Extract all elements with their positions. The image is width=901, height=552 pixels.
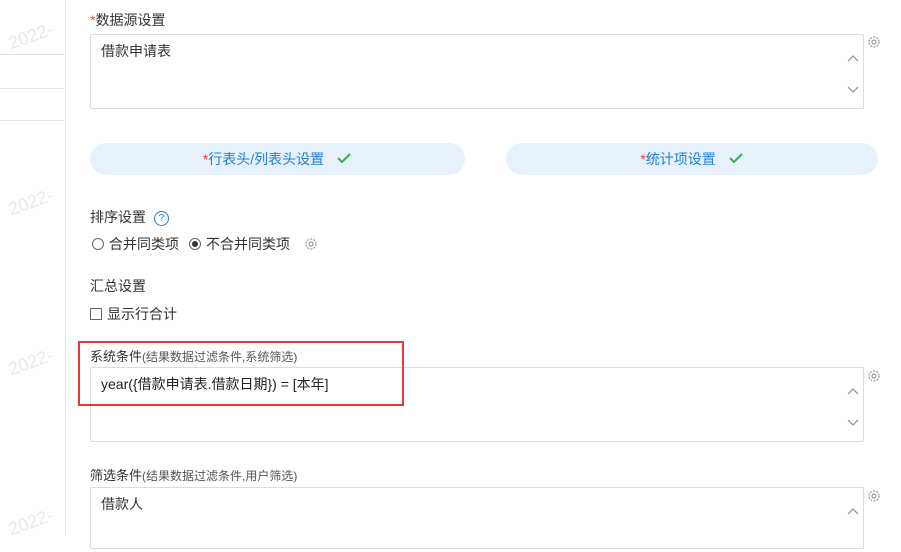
left-panel: 2022- 2022- 2022- 2022- xyxy=(0,0,66,536)
radio-no-merge-label[interactable]: 不合并同类项 xyxy=(206,234,290,254)
rowcol-header-settings-button[interactable]: * 行表头/列表头设置 xyxy=(90,143,465,175)
watermark: 2022- xyxy=(5,504,56,536)
left-divider xyxy=(0,120,64,121)
scroll-arrows-icon[interactable] xyxy=(845,49,861,99)
sort-settings-label-text: 排序设置 xyxy=(90,209,146,225)
help-icon-glyph: ? xyxy=(158,213,165,224)
gear-icon[interactable] xyxy=(304,237,318,251)
gear-icon[interactable] xyxy=(867,489,881,503)
filter-condition-label-text: 筛选条件 xyxy=(90,468,143,483)
radio-no-merge[interactable] xyxy=(189,238,201,250)
filter-condition-label: 筛选条件(结果数据过滤条件,用户筛选) xyxy=(90,465,297,484)
rowcol-header-settings-label: 行表头/列表头设置 xyxy=(208,151,325,167)
filter-condition-hint: (结果数据过滤条件,用户筛选) xyxy=(142,469,298,483)
left-divider xyxy=(0,88,64,89)
datasource-label: *数据源设置 xyxy=(90,10,165,30)
datasource-label-text: 数据源设置 xyxy=(95,12,166,28)
datasource-textarea[interactable]: 借款申请表 xyxy=(90,34,864,109)
gear-icon[interactable] xyxy=(867,35,881,49)
watermark: 2022- xyxy=(5,344,56,380)
sort-settings-label: 排序设置 ? xyxy=(90,207,169,227)
filter-condition-value: 借款人 xyxy=(101,496,143,512)
show-row-total-label[interactable]: 显示行合计 xyxy=(107,304,177,324)
summary-settings-label: 汇总设置 xyxy=(90,278,146,294)
show-row-total-checkbox[interactable] xyxy=(90,308,102,320)
show-row-total[interactable]: 显示行合计 xyxy=(90,304,177,324)
datasource-value: 借款申请表 xyxy=(101,43,171,59)
scroll-arrows-icon[interactable] xyxy=(845,502,861,552)
help-icon[interactable]: ? xyxy=(153,211,169,226)
gear-icon[interactable] xyxy=(867,369,881,383)
check-icon xyxy=(336,151,352,167)
stat-settings-button[interactable]: * 统计项设置 xyxy=(506,143,878,175)
highlight-box xyxy=(78,341,404,406)
watermark: 2022- xyxy=(5,18,56,54)
watermark: 2022- xyxy=(5,184,56,220)
left-divider xyxy=(0,54,64,55)
check-icon xyxy=(728,151,744,167)
radio-merge-label[interactable]: 合并同类项 xyxy=(109,234,179,254)
radio-merge[interactable] xyxy=(92,238,104,250)
stat-settings-label: 统计项设置 xyxy=(645,151,716,167)
scroll-arrows-icon[interactable] xyxy=(845,382,861,432)
sort-options: 合并同类项 不合并同类项 xyxy=(92,234,318,254)
filter-condition-textarea[interactable]: 借款人 xyxy=(90,487,864,549)
